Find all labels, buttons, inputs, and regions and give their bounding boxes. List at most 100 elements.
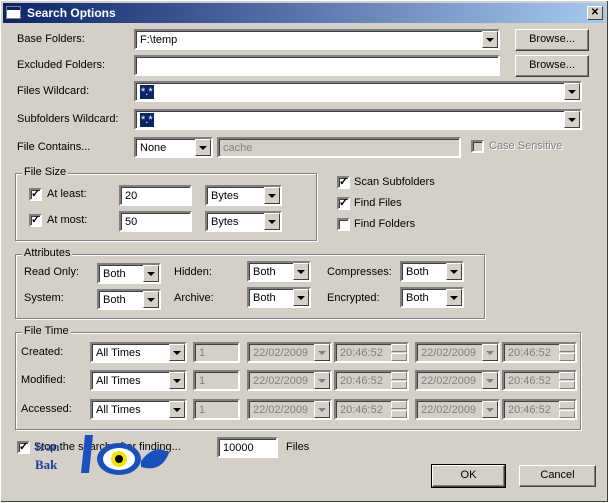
created-time1-spinner[interactable] xyxy=(391,344,407,361)
hidden-select[interactable]: Both xyxy=(247,261,311,282)
at-most-unit-value: Bytes xyxy=(211,216,239,228)
at-most-unit-select[interactable]: Bytes xyxy=(205,211,282,232)
accessed-date1-dropdown-button[interactable] xyxy=(314,401,330,418)
modified-time2-spinner[interactable] xyxy=(559,372,575,389)
close-button[interactable]: ✕ xyxy=(587,6,603,20)
accessed-date1-picker[interactable]: 22/02/2009 xyxy=(247,399,332,420)
modified-date2-dropdown-button[interactable] xyxy=(482,372,498,389)
modified-time1-input[interactable]: 20:46:52 xyxy=(334,370,409,391)
archive-select[interactable]: Both xyxy=(247,287,311,308)
created-time2-spinner[interactable] xyxy=(559,344,575,361)
at-most-unit-dropdown-button[interactable] xyxy=(264,213,280,230)
at-least-unit-select[interactable]: Bytes xyxy=(205,185,282,206)
created-time1-value: 20:46:52 xyxy=(340,347,383,359)
encrypted-dropdown-button[interactable] xyxy=(446,289,462,306)
cancel-button[interactable]: Cancel xyxy=(519,465,596,487)
accessed-mode-dropdown-button[interactable] xyxy=(169,401,185,418)
accessed-number-input[interactable]: 1 xyxy=(193,399,240,420)
subfolders-wildcard-dropdown-button[interactable] xyxy=(564,111,580,128)
created-date2-value: 22/02/2009 xyxy=(421,347,477,359)
created-date2-picker[interactable]: 22/02/2009 xyxy=(415,342,500,363)
files-wildcard-value: *.* xyxy=(140,85,154,99)
browse-excluded-folders-button[interactable]: Browse... xyxy=(515,55,589,77)
archive-value: Both xyxy=(253,292,276,304)
files-wildcard-combo[interactable]: *.* xyxy=(134,81,582,102)
hidden-dropdown-button[interactable] xyxy=(293,263,309,280)
base-folders-combo[interactable]: F:\temp xyxy=(134,29,500,50)
subfolders-wildcard-combo[interactable]: *.* xyxy=(134,109,582,130)
archive-dropdown-button[interactable] xyxy=(293,289,309,306)
read-only-dropdown-button[interactable] xyxy=(143,265,159,282)
modified-time1-spinner[interactable] xyxy=(391,372,407,389)
accessed-time1-spinner[interactable] xyxy=(391,401,407,418)
compresses-select[interactable]: Both xyxy=(400,261,464,282)
modified-date2-picker[interactable]: 22/02/2009 xyxy=(415,370,500,391)
accessed-date2-dropdown-button[interactable] xyxy=(482,401,498,418)
at-least-input[interactable]: 20 xyxy=(119,185,192,206)
at-most-checkbox[interactable] xyxy=(29,213,42,227)
created-time1-input[interactable]: 20:46:52 xyxy=(334,342,409,363)
subfolders-wildcard-value: *.* xyxy=(140,113,154,127)
accessed-date2-picker[interactable]: 22/02/2009 xyxy=(415,399,500,420)
created-time2-input[interactable]: 20:46:52 xyxy=(502,342,577,363)
compresses-label: Compresses: xyxy=(327,266,392,278)
modified-mode-select[interactable]: All Times xyxy=(90,370,187,391)
case-sensitive-checkbox[interactable] xyxy=(471,140,484,153)
created-date2-dropdown-button[interactable] xyxy=(482,344,498,361)
find-files-checkbox[interactable] xyxy=(337,196,350,210)
accessed-time2-spinner[interactable] xyxy=(559,401,575,418)
modified-mode-value: All Times xyxy=(96,375,141,387)
created-label: Created: xyxy=(21,346,64,358)
modified-mode-dropdown-button[interactable] xyxy=(169,372,185,389)
created-number-input[interactable]: 1 xyxy=(193,342,240,363)
browse-base-folders-button[interactable]: Browse... xyxy=(515,29,589,51)
modified-date1-dropdown-button[interactable] xyxy=(314,372,330,389)
modified-time2-input[interactable]: 20:46:52 xyxy=(502,370,577,391)
accessed-label: Accessed: xyxy=(21,403,72,415)
scan-subfolders-label: Scan Subfolders xyxy=(354,176,435,188)
at-most-input[interactable]: 50 xyxy=(119,211,192,232)
system-select[interactable]: Both xyxy=(97,289,161,310)
search-options-dialog: Search Options ✕ Base Folders: F:\temp B… xyxy=(0,0,609,503)
compresses-value: Both xyxy=(406,266,429,278)
base-folders-dropdown-button[interactable] xyxy=(482,31,498,48)
excluded-folders-input[interactable] xyxy=(134,55,500,76)
encrypted-select[interactable]: Both xyxy=(400,287,464,308)
created-date1-picker[interactable]: 22/02/2009 xyxy=(247,342,332,363)
encrypted-value: Both xyxy=(406,292,429,304)
compresses-dropdown-button[interactable] xyxy=(446,263,462,280)
excluded-folders-label: Excluded Folders: xyxy=(17,59,106,71)
at-least-checkbox[interactable] xyxy=(29,187,42,201)
stop-search-count-input[interactable]: 10000 xyxy=(217,437,278,458)
ok-button[interactable]: OK xyxy=(431,464,506,488)
files-wildcard-dropdown-button[interactable] xyxy=(564,83,580,100)
file-contains-mode-dropdown-button[interactable] xyxy=(195,139,211,156)
file-contains-text-input[interactable]: cache xyxy=(217,137,461,158)
system-dropdown-button[interactable] xyxy=(143,291,159,308)
created-mode-select[interactable]: All Times xyxy=(90,342,187,363)
accessed-time2-input[interactable]: 20:46:52 xyxy=(502,399,577,420)
modified-date1-picker[interactable]: 22/02/2009 xyxy=(247,370,332,391)
base-folders-value: F:\temp xyxy=(140,34,178,46)
modified-number-input[interactable]: 1 xyxy=(193,370,240,391)
base-folders-label: Base Folders: xyxy=(17,33,85,45)
attributes-group-title: Attributes xyxy=(22,247,73,259)
find-folders-checkbox[interactable] xyxy=(337,218,350,231)
file-contains-mode-select[interactable]: None xyxy=(134,137,213,158)
created-date1-value: 22/02/2009 xyxy=(253,347,309,359)
accessed-time1-input[interactable]: 20:46:52 xyxy=(334,399,409,420)
at-most-label: At most: xyxy=(47,214,88,226)
modified-label: Modified: xyxy=(21,374,66,386)
accessed-mode-select[interactable]: All Times xyxy=(90,399,187,420)
system-label: System: xyxy=(24,292,64,304)
created-mode-dropdown-button[interactable] xyxy=(169,344,185,361)
at-least-unit-dropdown-button[interactable] xyxy=(264,187,280,204)
hidden-value: Both xyxy=(253,266,276,278)
file-size-group-title: File Size xyxy=(22,166,69,178)
accessed-time1-value: 20:46:52 xyxy=(340,404,383,416)
created-date1-dropdown-button[interactable] xyxy=(314,344,330,361)
at-least-unit-value: Bytes xyxy=(211,190,239,202)
files-wildcard-label: Files Wildcard: xyxy=(17,85,90,97)
read-only-select[interactable]: Both xyxy=(97,263,161,284)
scan-subfolders-checkbox[interactable] xyxy=(337,175,350,189)
